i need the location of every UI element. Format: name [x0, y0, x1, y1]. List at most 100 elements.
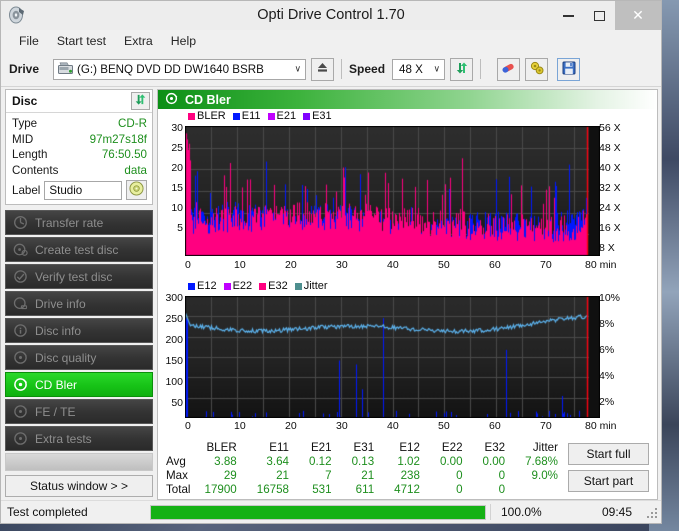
sidebar-item-drive-info[interactable]: Drive info	[5, 291, 153, 316]
disc-panel-header: Disc	[6, 90, 152, 113]
bler-ytick: 15	[171, 182, 183, 194]
toolbar-divider-1	[341, 59, 343, 79]
legend-item-e31: E31	[303, 110, 332, 122]
sidebar-item-extra-tests[interactable]: Extra tests	[5, 426, 153, 451]
menu-item-extra[interactable]: Extra	[115, 32, 162, 50]
jitter-pct-tick: 4%	[599, 370, 615, 382]
column-header-e11: E11	[269, 441, 289, 454]
disc-row-length: Length 76:50.50	[12, 147, 147, 163]
disc-panel-title: Disc	[12, 94, 38, 108]
settings-button[interactable]	[525, 57, 549, 81]
jitter-pct-tick: 8%	[599, 318, 615, 330]
refresh-icon	[455, 61, 469, 78]
cell: 29	[223, 469, 237, 482]
jitter-ytick: 250	[165, 313, 183, 325]
jitter-ytick: 300	[165, 292, 183, 304]
menu-item-start-test[interactable]: Start test	[48, 32, 115, 50]
cell: 16758	[256, 483, 289, 496]
legend-swatch	[188, 282, 195, 290]
close-button[interactable]: ✕	[615, 1, 661, 30]
maximize-button[interactable]	[584, 1, 615, 30]
row-label-max: Max	[166, 469, 188, 482]
sidebar-item-disc-quality[interactable]: Disc quality	[5, 345, 153, 370]
legend-label: E31	[312, 110, 332, 122]
bler-ytick: 30	[171, 122, 183, 134]
menu-item-help[interactable]: Help	[162, 32, 205, 50]
sidebar-item-cd-bler[interactable]: CD Bler	[5, 372, 153, 397]
sidebar-item-label: CD Bler	[35, 377, 78, 392]
disc-label-input[interactable]: Studio	[44, 180, 122, 200]
column-header-jitter: Jitter	[532, 441, 558, 454]
drive-icon	[58, 62, 74, 76]
resize-grip[interactable]	[644, 505, 658, 519]
table-row: Max 29 21 7 21 238 0 0 9.0%	[166, 469, 568, 483]
cell: 531	[312, 483, 332, 496]
jitter-ytick: 100	[165, 376, 183, 388]
sidebar-item-transfer-rate[interactable]: Transfer rate	[5, 210, 153, 235]
sidebar-item-fe-te[interactable]: FE / TE	[5, 399, 153, 424]
start-full-button[interactable]: Start full	[567, 443, 649, 465]
sidebar: Disc Type CD-R MID 97m27s18f Length 76:5…	[1, 87, 156, 500]
legend-item-jitter: Jitter	[294, 280, 328, 292]
disc-label-button[interactable]	[126, 180, 147, 200]
cell: 0	[498, 469, 506, 482]
cell: 7.68%	[525, 455, 558, 468]
status-window-button[interactable]: Status window > >	[5, 475, 153, 497]
bler-chart-legend: BLER E11 E21 E31	[188, 110, 336, 122]
bler-ytick: 10	[171, 202, 183, 214]
bler-speed-tick: 48 X	[599, 142, 621, 154]
progress-percent: 100.0%	[490, 504, 578, 520]
cell: 3.64	[266, 455, 289, 468]
disc-row-contents: Contents data	[12, 163, 147, 179]
erase-disc-button[interactable]	[497, 57, 521, 81]
table-row: Total 17900 16758 531 611 4712 0 0	[166, 483, 568, 497]
bler-ytick: 25	[171, 142, 183, 154]
refresh-button[interactable]	[450, 57, 474, 81]
legend-item-e12: E12	[188, 280, 217, 292]
erase-disc-icon	[501, 61, 516, 78]
transfer-rate-icon	[13, 215, 28, 230]
menu-bar: File Start test Extra Help	[1, 30, 661, 52]
speed-select[interactable]: 48 X ∨	[392, 58, 446, 80]
legend-item-e21: E21	[267, 110, 296, 122]
cell: 0.13	[351, 455, 375, 468]
column-header-e12: E12	[399, 441, 420, 454]
disc-properties: Type CD-R MID 97m27s18f Length 76:50.50 …	[6, 113, 152, 204]
cell: 1.02	[397, 455, 420, 468]
disc-refresh-button[interactable]	[131, 92, 150, 110]
application-window: Opti Drive Control 1.70 ✕ File Start tes…	[0, 0, 662, 524]
bler-xtick: 80 min	[585, 259, 617, 271]
minimize-button[interactable]	[553, 1, 584, 30]
jitter-xtick: 50	[438, 420, 450, 432]
save-button[interactable]	[557, 57, 581, 81]
drive-select[interactable]: (G:) BENQ DVD DD DW1640 BSRB ∨	[53, 58, 307, 80]
legend-item-bler: BLER	[188, 110, 226, 122]
verify-test-disc-icon	[13, 269, 28, 284]
column-header-e31: E31	[353, 441, 375, 454]
legend-label: Jitter	[303, 280, 328, 292]
cd-bler-panel: CD Bler BLER E11 E21 E31 30 25 20 15 10 …	[157, 89, 658, 500]
menu-item-file[interactable]: File	[10, 32, 48, 50]
disc-row-value: CD-R	[118, 117, 147, 131]
disc-label-key: Label	[12, 183, 41, 197]
bler-xtick: 70	[540, 259, 552, 271]
start-part-button[interactable]: Start part	[567, 470, 649, 492]
sidebar-item-create-test-disc[interactable]: Create test disc	[5, 237, 153, 262]
legend-swatch	[259, 282, 267, 290]
bler-speed-tick: 24 X	[599, 202, 621, 214]
eject-button[interactable]	[311, 57, 335, 81]
jitter-xtick: 0	[185, 420, 191, 432]
disc-row-value: data	[124, 163, 147, 177]
toolbar: Drive (G:) BENQ DVD DD DW1640 BSRB ∨ Spe…	[1, 52, 661, 87]
bler-plot-canvas	[185, 126, 600, 256]
sidebar-item-label: Extra tests	[35, 431, 92, 446]
bler-speed-tick: 40 X	[599, 162, 621, 174]
cell: 7	[325, 469, 332, 482]
sidebar-item-disc-info[interactable]: Disc info	[5, 318, 153, 343]
sidebar-item-verify-test-disc[interactable]: Verify test disc	[5, 264, 153, 289]
stats-table: BLER E11 E21 E31 E12 E22 E32 Jitter Avg …	[166, 441, 568, 497]
main-body: Disc Type CD-R MID 97m27s18f Length 76:5…	[1, 87, 661, 500]
sidebar-item-label: FE / TE	[35, 404, 76, 419]
legend-item-e11: E11	[232, 110, 261, 122]
legend-item-e22: E22	[223, 280, 252, 292]
